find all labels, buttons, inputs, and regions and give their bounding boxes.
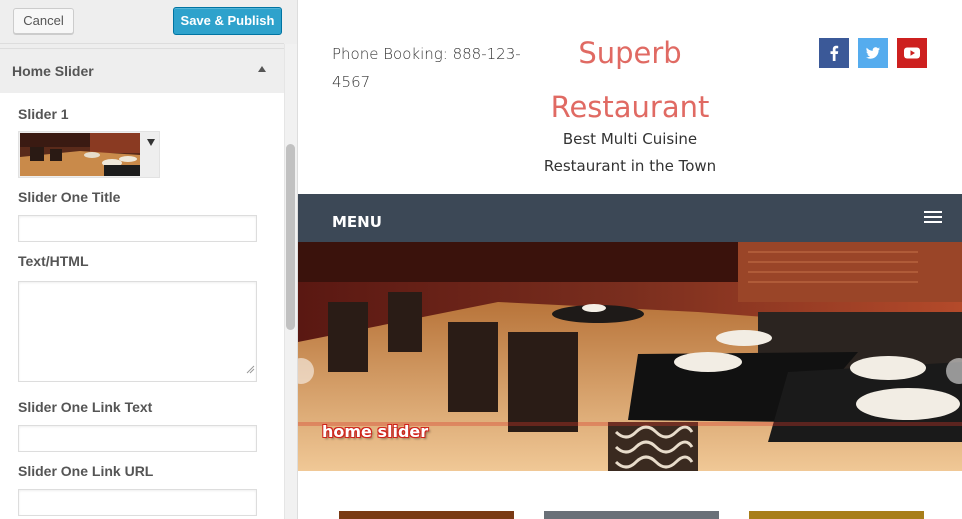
resize-grip-icon[interactable]	[245, 364, 255, 374]
link-url-input[interactable]	[18, 489, 257, 516]
home-slider-section-header[interactable]: Home Slider	[0, 48, 284, 92]
text-html-textarea[interactable]	[18, 281, 257, 382]
customizer-header: Cancel Save & Publish	[0, 0, 284, 44]
hamburger-menu-icon[interactable]	[924, 211, 942, 225]
twitter-icon[interactable]	[858, 38, 888, 68]
select-caret-icon[interactable]	[147, 139, 155, 146]
slide-caption: home slider	[322, 422, 429, 441]
feature-card-3[interactable]	[749, 511, 924, 519]
feature-card-2[interactable]	[544, 511, 719, 519]
customizer-panel: Cancel Save & Publish Home Slider Slider…	[0, 0, 298, 519]
slider-title-input[interactable]	[18, 215, 257, 242]
slider-image-thumbnail	[20, 133, 140, 176]
section-title: Home Slider	[12, 63, 94, 79]
youtube-icon[interactable]	[897, 38, 927, 68]
link-text-label: Slider One Link Text	[18, 399, 153, 415]
link-url-label: Slider One Link URL	[18, 463, 154, 479]
collapse-arrow-icon[interactable]	[258, 66, 266, 72]
phone-booking: Phone Booking: 888-123-4567	[332, 45, 521, 91]
slider1-label: Slider 1	[18, 106, 69, 122]
link-text-input[interactable]	[18, 425, 257, 452]
site-title[interactable]: Superb Restaurant	[530, 26, 730, 134]
slider-title-label: Slider One Title	[18, 189, 121, 205]
site-preview: Phone Booking: 888-123-4567 Superb Resta…	[298, 0, 962, 519]
home-slider: home slider	[298, 242, 962, 471]
scrollbar-thumb[interactable]	[286, 144, 295, 330]
feature-card-1[interactable]	[339, 511, 514, 519]
facebook-icon[interactable]	[819, 38, 849, 68]
cancel-button[interactable]: Cancel	[13, 8, 74, 34]
text-html-label: Text/HTML	[18, 253, 89, 269]
menu-label[interactable]: MENU	[332, 213, 382, 231]
main-navigation: MENU	[298, 194, 962, 242]
save-publish-button[interactable]: Save & Publish	[173, 7, 282, 35]
site-tagline: Best Multi Cuisine Restaurant in the Tow…	[543, 130, 717, 175]
